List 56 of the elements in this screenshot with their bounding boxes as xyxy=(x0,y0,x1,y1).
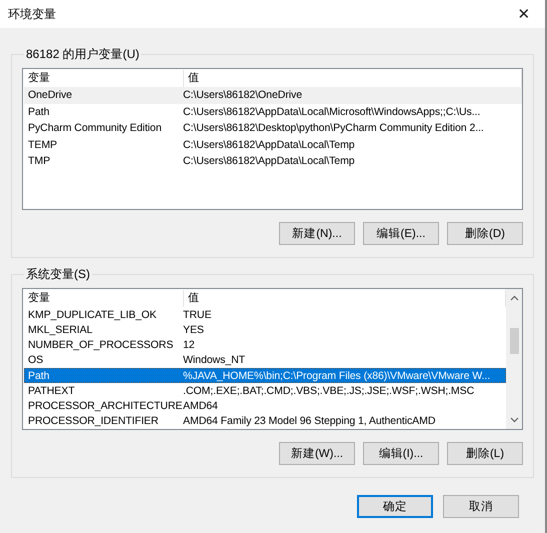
list-row[interactable]: PATHEXT .COM;.EXE;.BAT;.CMD;.VBS;.VBE;.JS;.JSE;.WSF;.WSH;.MSC xyxy=(24,383,506,398)
variable-value: TRUE xyxy=(182,308,212,321)
list-row[interactable]: Path %JAVA_HOME%\bin;C:\Program Files (x86)\VMware\VMware W... xyxy=(24,368,506,384)
list-row[interactable]: Path C:\Users\86182\AppData\Local\Microsoft\WindowsApps;;C:\Us... xyxy=(24,104,522,120)
variable-value: C:\Users\86182\AppData\Local\Temp xyxy=(182,155,356,168)
action-button[interactable]: 新建(W)... xyxy=(279,442,355,465)
variable-name: Path xyxy=(27,106,50,118)
dialog-button[interactable]: 确定 xyxy=(357,495,433,518)
variable-list[interactable] xyxy=(22,288,523,430)
variable-value: .COM;.EXE;.BAT;.CMD;.VBS;.VBE;.JS;.JSE;.WSF;.WSH;.MSC xyxy=(182,384,476,397)
action-button[interactable]: 删除(L) xyxy=(447,442,523,465)
variable-value: Windows_NT xyxy=(182,354,246,366)
list-row[interactable]: OneDrive C:\Users\86182\OneDrive xyxy=(24,87,522,104)
variable-name: TMP xyxy=(27,155,52,168)
scroll-thumb[interactable] xyxy=(510,328,518,354)
variable-name: PyCharm Community Edition xyxy=(27,122,162,134)
list-row[interactable]: KMP_DUPLICATE_LIB_OK TRUE xyxy=(24,307,506,322)
variable-value: C:\Users\86182\OneDrive xyxy=(182,89,303,102)
variable-name: TEMP xyxy=(27,138,58,151)
variable-value: C:\Users\86182\Desktop\python\PyCharm Community Edition 2... xyxy=(182,122,485,134)
window-title: 环境变量 xyxy=(8,6,56,22)
variable-value: YES xyxy=(182,324,205,336)
list-row[interactable]: MKL_SERIAL YES xyxy=(24,322,506,338)
variable-value: 12 xyxy=(182,339,196,352)
variable-name: PROCESSOR_IDENTIFIER xyxy=(27,415,160,428)
action-button[interactable]: 编辑(I)... xyxy=(363,442,439,465)
variable-name: OS xyxy=(27,354,44,366)
group-label: 系统变量(S) xyxy=(25,266,91,283)
variable-value: C:\Users\86182\AppData\Local\Microsoft\WindowsApps;;C:\Us... xyxy=(182,106,482,118)
variable-value: AMD64 Family 23 Model 96 Stepping 1, AuthenticAMD xyxy=(182,415,436,428)
variable-value: C:\Users\86182\AppData\Local\Temp xyxy=(182,138,356,151)
list-row[interactable]: PROCESSOR_ARCHITECTUREAMD64 xyxy=(24,398,506,414)
group-label: 86182 的用户变量(U) xyxy=(25,46,140,63)
variable-value: AMD64 xyxy=(182,400,219,412)
scroll-down-icon[interactable] xyxy=(510,417,518,423)
variable-name: PATHEXT xyxy=(27,384,76,397)
variable-name: NUMBER_OF_PROCESSORS xyxy=(27,339,174,352)
dialog-button[interactable]: 取消 xyxy=(443,495,519,518)
list-row[interactable]: OS Windows_NT xyxy=(24,352,506,368)
variable-name: Path xyxy=(27,370,50,382)
scrollbar[interactable] xyxy=(506,289,522,429)
variable-name: KMP_DUPLICATE_LIB_OK xyxy=(27,308,158,321)
action-button[interactable]: 编辑(E)... xyxy=(363,222,439,245)
scroll-up-icon[interactable] xyxy=(510,295,518,301)
variable-value: %JAVA_HOME%\bin;C:\Program Files (x86)\VMware\VMware W... xyxy=(182,370,492,382)
variable-list[interactable] xyxy=(22,68,523,210)
list-row[interactable]: PyCharm Community Edition C:\Users\86182\Desktop\python\PyCharm Community Edition 2... xyxy=(24,120,522,136)
action-button[interactable]: 删除(D) xyxy=(447,222,523,245)
close-button[interactable]: ✕ xyxy=(509,1,539,27)
action-button[interactable]: 新建(N)... xyxy=(279,222,355,245)
list-row[interactable]: TEMP C:\Users\86182\AppData\Local\Temp xyxy=(24,136,522,153)
list-row[interactable]: PROCESSOR_IDENTIFIER AMD64 Family 23 Model 96 Stepping 1, AuthenticAMD xyxy=(24,414,506,429)
variable-name: MKL_SERIAL xyxy=(27,324,94,336)
list-row[interactable]: NUMBER_OF_PROCESSORS 12 xyxy=(24,338,506,353)
list-row[interactable]: TMP C:\Users\86182\AppData\Local\Temp xyxy=(24,153,522,170)
variable-name: OneDrive xyxy=(27,89,73,102)
